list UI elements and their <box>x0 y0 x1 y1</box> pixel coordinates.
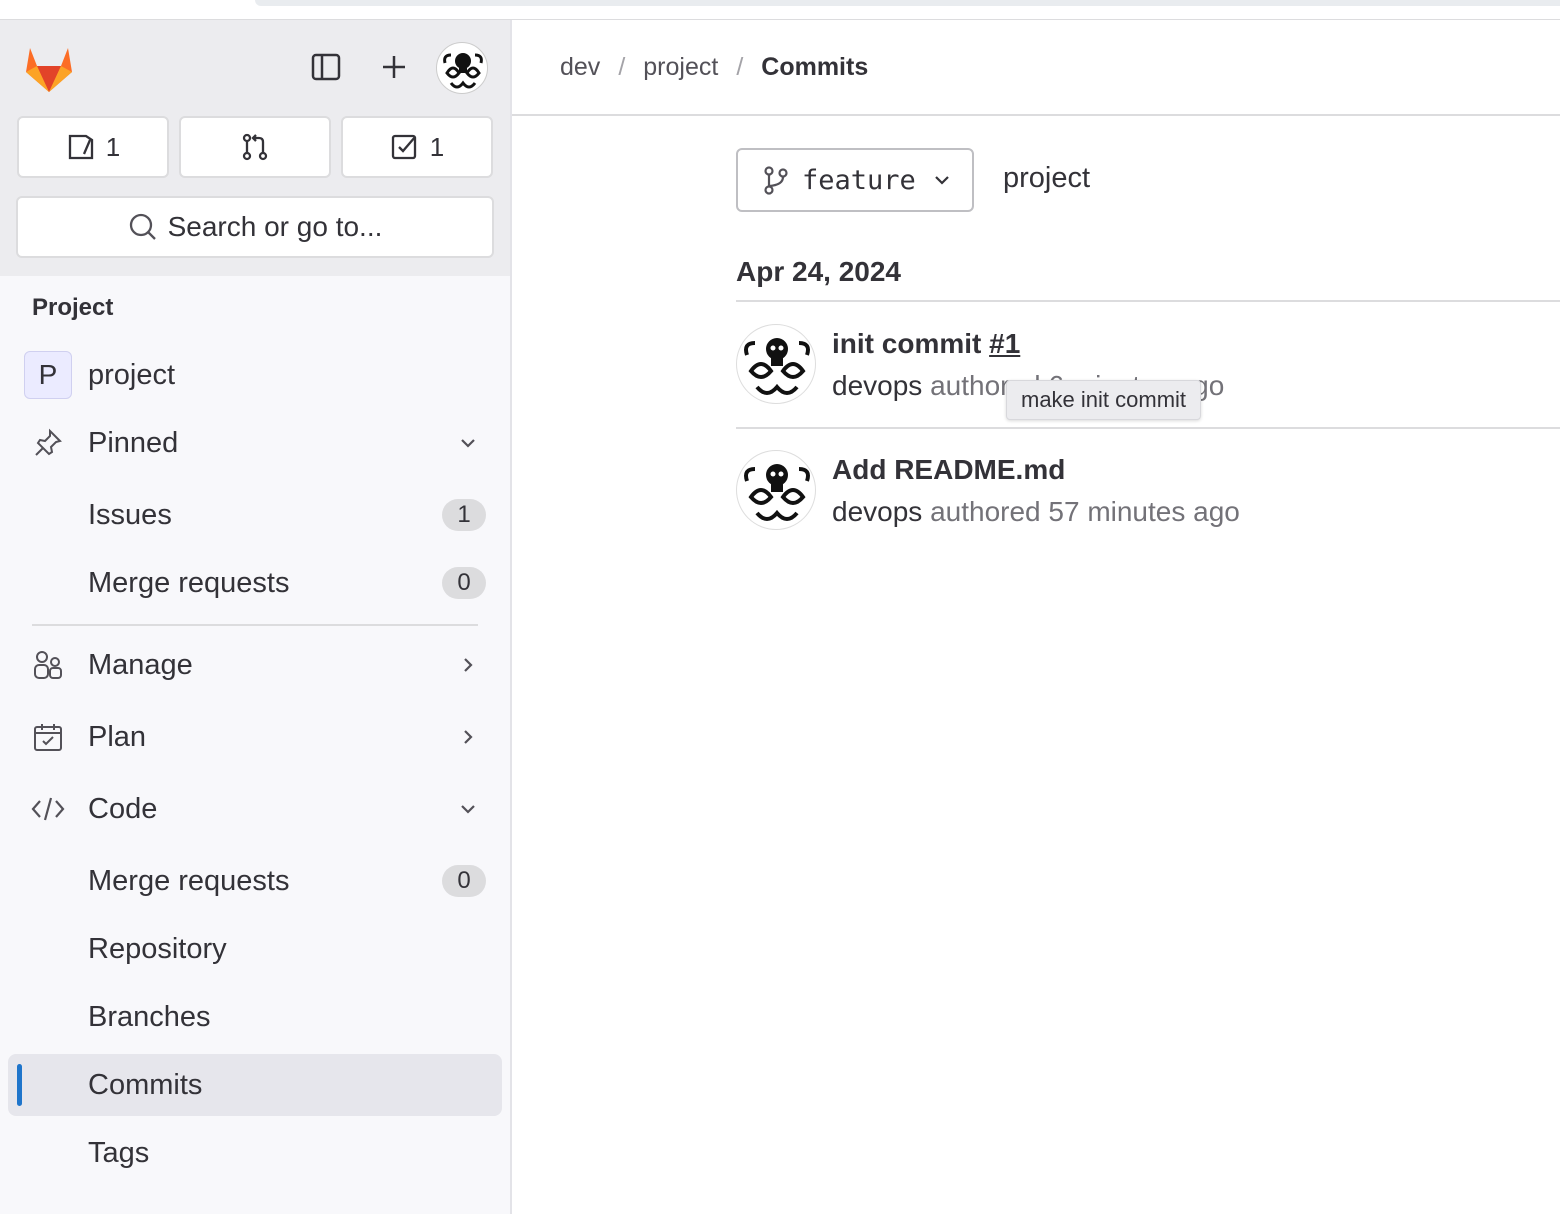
search-placeholder: Search or go to... <box>167 211 383 242</box>
sidebar-item-merge-requests[interactable]: Merge requests 0 <box>8 850 502 912</box>
create-new-icon[interactable] <box>377 50 411 84</box>
users-icon <box>30 647 66 683</box>
sidebar-item-label: Commits <box>88 1068 203 1101</box>
sidebar-divider <box>32 624 478 626</box>
date-divider <box>736 300 1560 302</box>
breadcrumb-item-commits[interactable]: Commits <box>761 53 868 82</box>
commit-title[interactable]: init commit #1 <box>832 328 1020 360</box>
sidebar-item-tags[interactable]: Tags <box>8 1122 502 1184</box>
browser-address-strip <box>255 0 1560 6</box>
chevron-down-icon <box>456 431 480 455</box>
sidebar-item-branches[interactable]: Branches <box>8 986 502 1048</box>
sidebar-item-label: Merge requests <box>88 864 290 897</box>
gitlab-logo-icon[interactable] <box>22 42 76 94</box>
count-badge: 0 <box>442 865 486 897</box>
sidebar-item-label: Issues <box>88 498 172 531</box>
commit-message[interactable]: Add README.md <box>832 454 1065 485</box>
branch-name: feature <box>802 164 916 196</box>
author-avatar[interactable] <box>736 450 816 530</box>
calendar-icon <box>30 719 66 755</box>
sidebar-item-project[interactable]: P project <box>8 344 502 406</box>
sidebar-item-manage[interactable]: Manage <box>8 634 502 696</box>
sidebar-item-issues[interactable]: Issues 1 <box>8 484 502 546</box>
breadcrumb-item-project[interactable]: project <box>643 53 718 82</box>
todo-count: 1 <box>429 131 445 162</box>
code-icon <box>30 791 66 827</box>
breadcrumb-separator: / <box>618 53 626 81</box>
chevron-right-icon <box>456 725 480 749</box>
path-breadcrumb-project[interactable]: project <box>1003 162 1090 195</box>
sidebar-item-label: Manage <box>88 648 193 681</box>
commit-message[interactable]: init commit <box>832 328 981 359</box>
commit-row-divider <box>736 427 1560 429</box>
search-icon <box>129 213 156 240</box>
chevron-down-icon <box>935 176 949 185</box>
sidebar-item-label: project <box>88 358 176 391</box>
section-label-project: Project <box>32 294 114 321</box>
active-indicator <box>17 1064 22 1106</box>
chevron-right-icon <box>456 653 480 677</box>
commit-row: Add README.md devops authored 57 minutes… <box>736 450 1560 550</box>
sidebar-item-code[interactable]: Code <box>8 778 502 840</box>
sidebar-item-label: Tags <box>88 1136 150 1169</box>
todo-list-button[interactable]: 1 <box>341 116 493 178</box>
assigned-issues-button[interactable]: 1 <box>17 116 169 178</box>
browser-top-strip <box>0 0 1560 20</box>
project-avatar: P <box>24 351 72 399</box>
branch-dropdown[interactable]: feature <box>736 148 974 212</box>
main-content: dev / project / Commits feature project … <box>512 20 1560 1214</box>
issues-icon <box>68 134 93 160</box>
assigned-issues-count: 1 <box>105 131 121 162</box>
sidebar-item-label: Branches <box>88 1000 211 1033</box>
sidebar-item-pinned[interactable]: Pinned <box>8 412 502 474</box>
commit-tooltip: make init commit <box>1006 380 1202 420</box>
commit-meta: devops authored 57 minutes ago <box>832 496 1240 528</box>
sidebar-item-repository[interactable]: Repository <box>8 918 502 980</box>
toggle-sidebar-icon[interactable] <box>309 50 343 84</box>
merge-requests-button[interactable] <box>179 116 331 178</box>
merge-request-icon <box>242 133 268 161</box>
branch-icon <box>764 166 788 195</box>
commit-title[interactable]: Add README.md <box>832 454 1065 486</box>
search-input[interactable]: Search or go to... <box>16 196 494 258</box>
sidebar-item-commits[interactable]: Commits <box>8 1054 502 1116</box>
commit-author-link[interactable]: devops <box>832 370 922 401</box>
breadcrumb: dev / project / Commits <box>560 53 868 82</box>
todo-icon <box>391 134 416 160</box>
sidebar-item-label: Merge requests <box>88 566 290 599</box>
count-badge: 0 <box>442 567 486 599</box>
sidebar-header: 1 1 Search or go to... <box>0 20 510 276</box>
breadcrumb-separator: / <box>736 53 744 81</box>
sidebar-item-plan[interactable]: Plan <box>8 706 502 768</box>
breadcrumb-item-dev[interactable]: dev <box>560 53 600 82</box>
sidebar: 1 1 Search or go to... Project P project… <box>0 20 512 1214</box>
count-badge: 1 <box>442 499 486 531</box>
pin-icon <box>30 425 66 461</box>
chevron-down-icon <box>456 797 480 821</box>
commit-author-link[interactable]: devops <box>832 496 922 527</box>
commit-authored-time: authored 57 minutes ago <box>930 496 1240 527</box>
user-avatar[interactable] <box>436 42 488 94</box>
author-avatar[interactable] <box>736 324 816 404</box>
sidebar-item-label: Code <box>88 792 158 825</box>
issue-reference-link[interactable]: #1 <box>989 328 1020 359</box>
sidebar-item-label: Pinned <box>88 426 179 459</box>
commit-date-header: Apr 24, 2024 <box>736 256 901 287</box>
sidebar-item-label: Repository <box>88 932 227 965</box>
sidebar-item-label: Plan <box>88 720 147 753</box>
header-divider <box>512 114 1560 116</box>
sidebar-item-merge-requests-pinned[interactable]: Merge requests 0 <box>8 552 502 614</box>
